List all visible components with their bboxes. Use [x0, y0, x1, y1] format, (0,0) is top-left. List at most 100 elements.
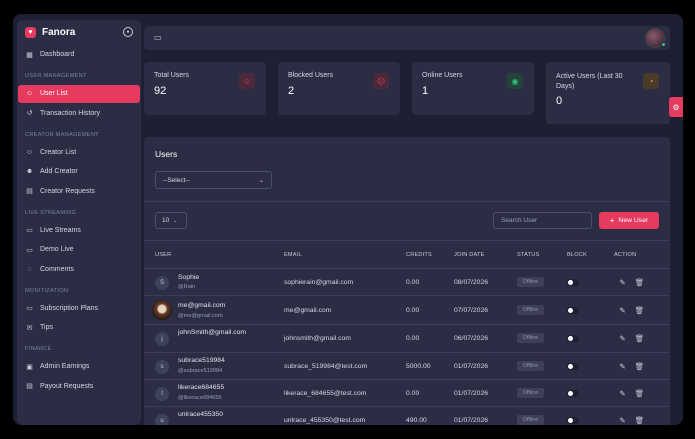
block-toggle[interactable] — [567, 279, 579, 286]
user-handle: @Rain — [178, 284, 196, 290]
sidebar-item-dashboard[interactable]: ▦ Dashboard — [18, 46, 140, 64]
stat-value: 0 — [556, 95, 563, 107]
filter-select[interactable]: --Select-- ⌄ — [155, 171, 272, 189]
user-credits: 0.00 — [406, 279, 420, 286]
sidebar-item-label: Subscription Plans — [40, 304, 98, 312]
user-handle: @me@gmail.com — [178, 313, 223, 319]
sidebar-item-demo-live[interactable]: ▭ Demo Live — [18, 241, 140, 259]
trash-icon[interactable]: 🗑 — [635, 306, 645, 315]
table-row[interactable]: l likerace684655 @likerace684655 likerac… — [144, 379, 670, 406]
top-bar: ▭ — [144, 26, 670, 50]
online-status-dot — [661, 42, 666, 47]
user-name: unlrace455350 — [178, 411, 223, 418]
sidebar-item-live-streams[interactable]: ▭ Live Streams — [18, 221, 140, 239]
trash-icon[interactable]: 🗑 — [635, 278, 645, 287]
user-name: likerace684655 — [178, 384, 225, 391]
table-row[interactable]: me@gmail.com @me@gmail.com me@gmail.com … — [144, 295, 670, 324]
sidebar-item-label: Add Creator — [40, 168, 78, 175]
user-join-date: 08/07/2026 — [454, 279, 489, 286]
table-row[interactable]: j johnSmith@gmail.com johnsmith@gmail.co… — [144, 324, 670, 352]
section-title: FINANCE — [25, 346, 52, 352]
section-title: LIVE STREAMING — [25, 209, 77, 216]
sidebar-item-label: Transaction History — [40, 109, 101, 117]
trash-icon[interactable]: 🗑 — [635, 416, 645, 425]
eye-icon: ◉ — [507, 73, 523, 89]
user-icon: ☺ — [25, 90, 34, 97]
user-icon: ☺ — [25, 148, 34, 156]
status-badge: Offline — [517, 415, 544, 425]
sidebar-item-label: Creator Requests — [40, 187, 95, 195]
trash-icon[interactable]: 🗑 — [635, 334, 645, 343]
sidebar-item-label: Comments — [40, 265, 74, 273]
monitor-icon[interactable]: ▭ — [154, 33, 164, 43]
sidebar-item-creator-requests[interactable]: ▤ Creator Requests — [18, 182, 140, 200]
sidebar-item-add-creator[interactable]: ☻ Add Creator — [18, 163, 140, 181]
sidebar-item-transaction-history[interactable]: ↺ Transaction History — [18, 104, 140, 122]
divider — [144, 240, 670, 241]
user-avatar-photo — [152, 300, 172, 320]
edit-icon[interactable]: ✎ — [618, 362, 627, 371]
per-page-value: 10 — [162, 217, 170, 224]
status-badge: Offline — [517, 333, 544, 343]
sidebar-item-label: Payout Requests — [40, 382, 94, 390]
edit-icon[interactable]: ✎ — [618, 334, 627, 343]
clock-icon: ◔ — [643, 73, 659, 89]
user-avatar: l — [155, 387, 169, 401]
settings-gear-icon[interactable]: ⚙ — [669, 97, 683, 117]
column-header: EMAIL — [284, 252, 302, 258]
column-header: CREDITS — [406, 252, 432, 258]
block-toggle[interactable] — [567, 307, 579, 314]
sidebar-item-subscription-plans[interactable]: ▭ Subscription Plans — [18, 299, 140, 317]
user-join-date: 01/07/2026 — [454, 417, 489, 424]
user-join-date: 06/07/2026 — [454, 335, 489, 342]
user-handle: @likerace684655 — [178, 395, 222, 401]
stat-card-total-users: Total Users 92 ☺ — [144, 62, 266, 115]
stat-card-online-users: Online Users 1 ◉ — [412, 62, 534, 115]
collapse-sidebar-icon[interactable]: ● — [123, 27, 133, 37]
heart-logo-icon: ♥ — [25, 26, 36, 38]
block-toggle[interactable] — [567, 335, 579, 342]
user-name: Sophie — [178, 274, 200, 281]
table-row[interactable]: u unlrace455350 unlrace_455350@test.com … — [144, 406, 670, 425]
dashboard-icon: ▦ — [26, 51, 33, 59]
section-title: MONITIZATION — [25, 287, 69, 294]
block-toggle[interactable] — [567, 363, 579, 370]
column-header: JOIN DATE — [454, 252, 485, 258]
sidebar-item-admin-earnings[interactable]: ▣ Admin Earnings — [18, 358, 140, 376]
table-row[interactable]: S Sophie @Rain sophierain@gmail.com 0.00… — [144, 268, 670, 295]
sidebar-item-payout-requests[interactable]: ▤ Payout Requests — [18, 377, 140, 395]
block-toggle[interactable] — [567, 390, 579, 397]
brand-name: Fanora — [42, 26, 76, 38]
per-page-select[interactable]: 10 ⌄ — [155, 212, 187, 229]
table-row[interactable]: s subrace519984 @subrace519984 subrace_5… — [144, 352, 670, 379]
edit-icon[interactable]: ✎ — [618, 389, 627, 398]
sidebar-item-user-list[interactable]: ☺ User List — [18, 84, 140, 103]
block-toggle[interactable] — [567, 417, 579, 424]
sidebar-item-tips[interactable]: ✉ Tips — [18, 319, 140, 337]
status-badge: Offline — [517, 388, 544, 398]
sidebar-item-label: Tips — [40, 324, 53, 331]
sidebar-item-comments[interactable]: ◌ Comments — [18, 260, 140, 278]
user-email: me@gmail.com — [284, 307, 332, 314]
new-user-label: New User — [618, 217, 649, 224]
chevron-down-icon: ⌄ — [258, 177, 264, 184]
history-icon: ↺ — [26, 110, 33, 117]
sidebar-item-creator-list[interactable]: ☺ Creator List — [18, 143, 140, 161]
trash-icon[interactable]: 🗑 — [635, 389, 645, 398]
edit-icon[interactable]: ✎ — [618, 416, 627, 425]
comment-icon: ◌ — [27, 265, 32, 273]
sidebar-item-label: Dashboard — [40, 51, 75, 58]
table-header: USER EMAIL CREDITS JOIN DATE STATUS BLOC… — [144, 242, 670, 268]
trash-icon[interactable]: 🗑 — [635, 362, 645, 371]
sidebar-item-label: Demo Live — [40, 246, 74, 253]
user-avatar: j — [155, 332, 169, 346]
edit-icon[interactable]: ✎ — [618, 306, 627, 315]
search-input[interactable] — [493, 212, 592, 229]
document-icon: ▤ — [26, 383, 33, 390]
sidebar-item-label: Live Streams — [40, 226, 81, 234]
edit-icon[interactable]: ✎ — [618, 278, 627, 287]
video-icon: ▭ — [26, 227, 33, 234]
user-avatar: u — [155, 414, 169, 425]
column-header: BLOCK — [567, 252, 587, 258]
new-user-button[interactable]: + New User — [599, 212, 659, 229]
